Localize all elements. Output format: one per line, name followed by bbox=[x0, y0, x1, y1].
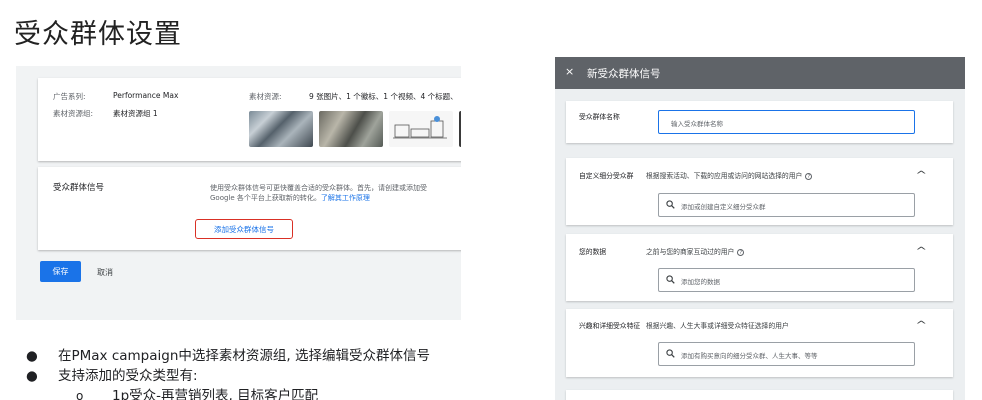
audience-signal-description: 使用受众群体信号可更快覆盖合适的受众群体。首先，请创建或添加受 Google 各… bbox=[210, 183, 427, 203]
next-section bbox=[566, 390, 953, 400]
input-placeholder: 添加您的数据 bbox=[681, 278, 720, 286]
asset-image-thumbnail[interactable] bbox=[249, 111, 313, 147]
asset-image-thumbnail[interactable] bbox=[459, 111, 461, 147]
section-label: 自定义细分受众群 bbox=[579, 172, 634, 180]
campaign-value: Performance Max bbox=[113, 91, 179, 100]
audience-signal-title: 受众群体信号 bbox=[53, 183, 105, 193]
section-label: 受众群体名称 bbox=[579, 113, 620, 121]
search-icon bbox=[666, 275, 675, 284]
audience-signal-card: 受众群体信号 使用受众群体信号可更快覆盖合适的受众群体。首先，请创建或添加受 G… bbox=[38, 167, 461, 250]
campaign-label: 广告系列: bbox=[53, 92, 86, 101]
section-description: 根据搜索活动、下载的应用或访问的网站选择的用户? bbox=[646, 170, 813, 180]
input-placeholder: 输入受众群体名称 bbox=[671, 120, 723, 128]
sub-bullet-marker: o bbox=[76, 389, 84, 400]
chevron-up-icon[interactable]: ^ bbox=[915, 246, 927, 257]
custom-segments-section: 自定义细分受众群 根据搜索活动、下载的应用或访问的网站选择的用户? ^ 添加或创… bbox=[566, 158, 953, 225]
asset-group-label: 素材资源组: bbox=[53, 109, 94, 118]
dialog-title: 新受众群体信号 bbox=[587, 68, 661, 80]
your-data-section: 您的数据 之前与您的商家互动过的用户? ^ 添加您的数据 bbox=[566, 234, 953, 301]
dialog-header: × 新受众群体信号 bbox=[555, 57, 965, 89]
section-label: 兴趣和详细受众特征 bbox=[579, 322, 641, 330]
help-icon[interactable]: ? bbox=[805, 172, 813, 180]
section-label: 您的数据 bbox=[579, 248, 607, 256]
list-item: ● 在PMax campaign中选择素材资源组, 选择编辑受众群体信号 bbox=[26, 346, 430, 366]
learn-more-link[interactable]: 了解其工作原理 bbox=[321, 194, 370, 202]
bullet-list: ● 在PMax campaign中选择素材资源组, 选择编辑受众群体信号 ● 支… bbox=[26, 346, 430, 400]
slide: 受众群体设置 广告系列: Performance Max 素材资源组: 素材资源… bbox=[0, 0, 982, 400]
input-placeholder: 添加或创建自定义细分受众群 bbox=[681, 203, 766, 211]
chevron-up-icon[interactable]: ^ bbox=[915, 320, 927, 331]
input-placeholder: 添加有购买意向的细分受众群、人生大事、等等 bbox=[681, 352, 818, 360]
interests-search-input[interactable]: 添加有购买意向的细分受众群、人生大事、等等 bbox=[658, 342, 915, 366]
description-line: Google 各个平台上获取新的转化。了解其工作原理 bbox=[210, 193, 427, 203]
sub-bullet-text: 1p受众-再营销列表, 目标客户匹配 bbox=[112, 388, 319, 400]
description-text: 之前与您的商家互动过的用户 bbox=[646, 248, 735, 256]
asset-group-summary-card: 广告系列: Performance Max 素材资源组: 素材资源组 1 素材资… bbox=[38, 78, 461, 161]
assets-value: 9 张图片、1 个徽标、1 个视频、4 个标题、 bbox=[309, 92, 458, 101]
asset-image-thumbnail[interactable] bbox=[389, 111, 453, 147]
bullet-marker: ● bbox=[26, 348, 38, 364]
bullet-text: 支持添加的受众类型有: bbox=[58, 368, 198, 384]
add-audience-signal-button[interactable]: 添加受众群体信号 bbox=[195, 219, 293, 239]
help-icon[interactable]: ? bbox=[737, 248, 745, 256]
search-icon bbox=[666, 200, 675, 209]
chevron-up-icon[interactable]: ^ bbox=[915, 170, 927, 181]
description-line: 使用受众群体信号可更快覆盖合适的受众群体。首先，请创建或添加受 bbox=[210, 184, 427, 192]
asset-group-value: 素材资源组 1 bbox=[113, 109, 158, 118]
audience-name-section: 受众群体名称 输入受众群体名称 bbox=[566, 101, 953, 143]
sub-list-item: o 1p受众-再营销列表, 目标客户匹配 bbox=[26, 386, 430, 400]
custom-segments-search-input[interactable]: 添加或创建自定义细分受众群 bbox=[658, 193, 915, 217]
section-description: 之前与您的商家互动过的用户? bbox=[646, 246, 745, 256]
your-data-search-input[interactable]: 添加您的数据 bbox=[658, 268, 915, 292]
assets-label: 素材资源: bbox=[249, 92, 282, 101]
bullet-marker: ● bbox=[26, 368, 38, 384]
bullet-text: 在PMax campaign中选择素材资源组, 选择编辑受众群体信号 bbox=[58, 348, 430, 364]
machine-illustration-icon bbox=[393, 116, 447, 139]
asset-image-thumbnail[interactable] bbox=[319, 111, 383, 147]
new-audience-signal-dialog: × 新受众群体信号 受众群体名称 输入受众群体名称 自定义细分受众群 根据搜索活… bbox=[555, 57, 965, 400]
pmax-settings-screenshot: 广告系列: Performance Max 素材资源组: 素材资源组 1 素材资… bbox=[16, 66, 461, 320]
close-icon[interactable]: × bbox=[565, 65, 574, 78]
save-button[interactable]: 保存 bbox=[40, 261, 81, 282]
description-text: Google 各个平台上获取新的转化。 bbox=[210, 194, 321, 202]
cancel-button[interactable]: 取消 bbox=[97, 267, 113, 278]
page-title: 受众群体设置 bbox=[14, 19, 182, 50]
interests-section: 兴趣和详细受众特征 根据兴趣、人生大事或详细受众特征选择的用户 ^ 添加有购买意… bbox=[566, 309, 953, 377]
search-icon bbox=[666, 349, 675, 358]
list-item: ● 支持添加的受众类型有: bbox=[26, 366, 430, 386]
section-description: 根据兴趣、人生大事或详细受众特征选择的用户 bbox=[646, 322, 789, 330]
description-text: 根据搜索活动、下载的应用或访问的网站选择的用户 bbox=[646, 172, 803, 180]
audience-name-input[interactable]: 输入受众群体名称 bbox=[658, 110, 915, 134]
